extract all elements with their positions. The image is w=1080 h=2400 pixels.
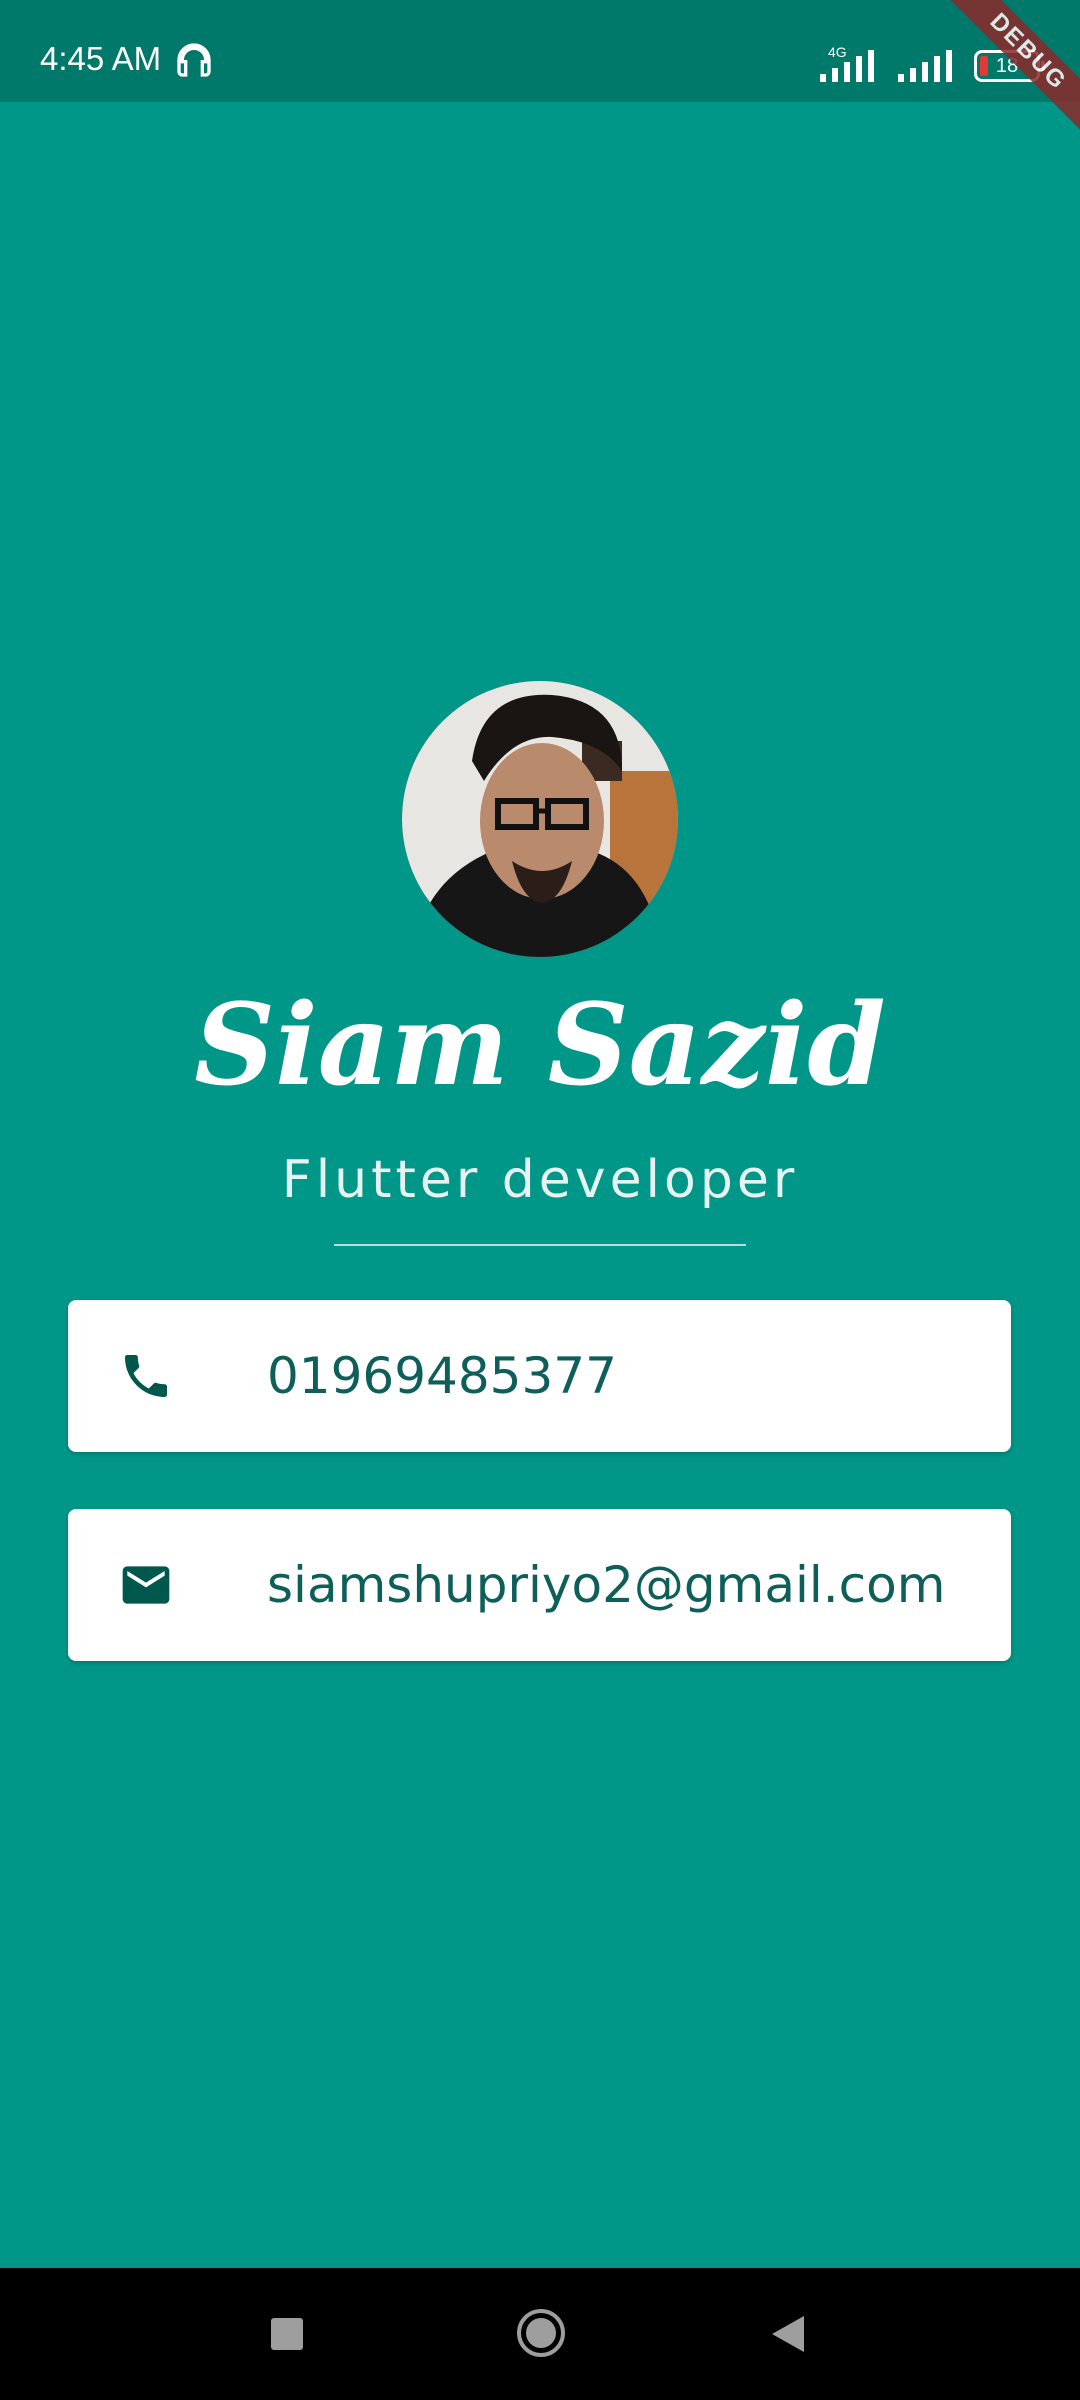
phone-card[interactable]: 01969485377	[68, 1300, 1011, 1452]
phone-number: 01969485377	[267, 1347, 617, 1405]
avatar	[402, 681, 678, 957]
mail-icon	[122, 1566, 170, 1604]
email-address: siamshupriyo2@gmail.com	[267, 1556, 946, 1614]
signal-icon	[820, 50, 874, 82]
headphone-icon	[177, 43, 211, 77]
phone-icon	[125, 1355, 167, 1397]
profile-title: Flutter developer	[281, 1150, 799, 1210]
avatar-image	[402, 681, 678, 957]
recent-apps-icon[interactable]	[271, 2318, 303, 2350]
app-screen: 4:45 AM 4G 18 DEBUG Siam Sazid Flutter d…	[0, 0, 1080, 2400]
divider	[334, 1244, 746, 1246]
profile-name: Siam Sazid	[194, 980, 886, 1111]
status-bar: 4:45 AM 4G 18	[0, 0, 1080, 102]
signal-icon	[898, 50, 952, 82]
status-time: 4:45 AM	[40, 40, 162, 77]
email-card[interactable]: siamshupriyo2@gmail.com	[68, 1509, 1011, 1661]
back-icon[interactable]	[770, 2314, 806, 2354]
navigation-bar	[0, 2268, 1080, 2400]
home-icon[interactable]	[516, 2308, 566, 2358]
